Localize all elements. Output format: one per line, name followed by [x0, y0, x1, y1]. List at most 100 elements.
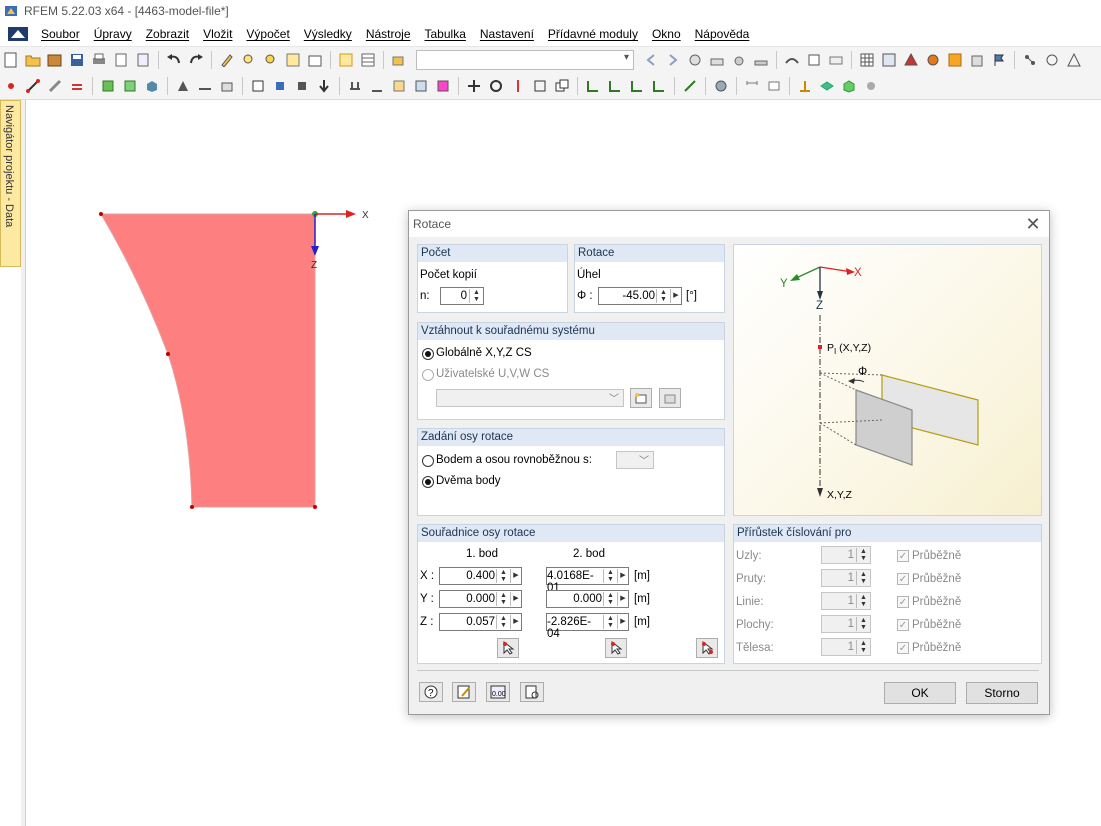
node-top-left[interactable] — [99, 212, 103, 216]
menu-pridavne-moduly[interactable]: Přídavné moduly — [541, 27, 645, 41]
copies-spinner[interactable]: ▲ ▼ — [469, 289, 483, 303]
point-parallel-axis-radio[interactable] — [422, 455, 434, 467]
help-button[interactable]: ? — [419, 682, 443, 702]
member-load-icon[interactable] — [346, 77, 364, 95]
free-load-icon[interactable] — [412, 77, 430, 95]
new-cs-button[interactable] — [630, 388, 652, 408]
node-bottom-left[interactable] — [190, 505, 194, 509]
members-continuous-label[interactable]: Průběžně — [912, 573, 961, 585]
result-y-icon[interactable] — [606, 77, 624, 95]
open-project-icon[interactable] — [46, 51, 64, 69]
pick-both-points-button[interactable] — [696, 638, 718, 658]
menu-vlozit[interactable]: Vložit — [196, 27, 239, 41]
menu-okno[interactable]: Okno — [645, 27, 688, 41]
edit-comment-button[interactable] — [452, 682, 476, 702]
menu-nastroje[interactable]: Nástroje — [359, 27, 418, 41]
members-increment-input[interactable]: 1 ▲ ▼ — [821, 569, 871, 587]
print-graphic-icon[interactable] — [134, 51, 152, 69]
decimal-places-button[interactable]: 0.00 — [486, 682, 510, 702]
building-icon[interactable] — [968, 51, 986, 69]
max-values-icon[interactable] — [752, 51, 770, 69]
circle-axis-icon[interactable] — [1043, 51, 1061, 69]
menu-vysledky[interactable]: Výsledky — [297, 27, 359, 41]
node-mid-left[interactable] — [166, 352, 170, 356]
result-z-icon[interactable] — [628, 77, 646, 95]
angle-menu-button[interactable]: ▶ — [670, 289, 681, 303]
parallel-axis-dropdown[interactable] — [616, 451, 654, 469]
cube-icon[interactable] — [840, 77, 858, 95]
surface-support-icon[interactable] — [218, 77, 236, 95]
surfaces-increment-input[interactable]: 1 ▲ ▼ — [821, 615, 871, 633]
surface-load-icon[interactable] — [390, 77, 408, 95]
redo-icon[interactable] — [187, 51, 205, 69]
results-values-icon[interactable] — [708, 51, 726, 69]
view-direction-icon[interactable] — [681, 77, 699, 95]
two-points-radio[interactable] — [422, 476, 434, 488]
mirror-icon[interactable] — [509, 77, 527, 95]
new-opening-icon[interactable] — [121, 77, 139, 95]
save-icon[interactable] — [68, 51, 86, 69]
z-point1-input[interactable]: 0.057 ▲ ▼ ▶ — [439, 613, 522, 631]
x-point2-input[interactable]: 4.0168E-01 ▲ ▼ ▶ — [546, 567, 629, 594]
cancel-button[interactable]: Storno — [966, 682, 1038, 704]
copies-count-input[interactable]: 0 ▲ ▼ — [440, 287, 484, 305]
solids-continuous-label[interactable]: Průběžně — [912, 642, 961, 654]
solids-continuous-checkbox[interactable]: ✓ — [897, 642, 909, 654]
next-icon[interactable] — [664, 51, 682, 69]
result-x-icon[interactable] — [584, 77, 602, 95]
show-results-icon[interactable] — [730, 51, 748, 69]
surfaces-continuous-checkbox[interactable]: ✓ — [897, 619, 909, 631]
hinge-icon[interactable] — [924, 51, 942, 69]
zoom-icon[interactable] — [262, 51, 280, 69]
member-end-icon[interactable] — [271, 77, 289, 95]
dialog-title-bar[interactable]: Rotace ✕ — [409, 211, 1049, 237]
menu-soubor[interactable]: Soubor — [34, 27, 87, 41]
load-case-dropdown[interactable] — [416, 50, 634, 70]
solid-box-icon[interactable] — [293, 77, 311, 95]
nodes-increment-input[interactable]: 1 ▲ ▼ — [821, 546, 871, 564]
zoom-window-icon[interactable] — [240, 51, 258, 69]
edit-pencil-icon[interactable] — [218, 51, 236, 69]
rotate-tool-icon[interactable] — [487, 77, 505, 95]
window-icon[interactable] — [306, 51, 324, 69]
menu-upravy[interactable]: Úpravy — [87, 27, 139, 41]
pick-point2-button[interactable] — [605, 638, 627, 658]
lines-continuous-checkbox[interactable]: ✓ — [897, 596, 909, 608]
triangle-icon[interactable] — [1065, 51, 1083, 69]
load-icon[interactable] — [315, 77, 333, 95]
surfaces-continuous-label[interactable]: Průběžně — [912, 619, 961, 631]
user-cs-radio[interactable] — [422, 369, 434, 381]
dimension-icon[interactable] — [743, 77, 761, 95]
global-cs-radio[interactable] — [422, 348, 434, 360]
menu-napoveda[interactable]: Nápověda — [688, 27, 757, 41]
angle-spinner[interactable]: ▲ ▼ — [656, 289, 670, 303]
copy-icon[interactable] — [553, 77, 571, 95]
nodes-continuous-label[interactable]: Průběžně — [912, 550, 961, 562]
visibility-icon[interactable] — [818, 77, 836, 95]
result-minus-y-icon[interactable] — [650, 77, 668, 95]
open-folder-icon[interactable] — [24, 51, 42, 69]
nodal-support-icon[interactable] — [174, 77, 192, 95]
solids-increment-input[interactable]: 1 ▲ ▼ — [821, 638, 871, 656]
member-hinge-icon[interactable] — [249, 77, 267, 95]
user-cs-dropdown[interactable] — [436, 389, 624, 407]
navigator-splitter[interactable] — [21, 100, 26, 826]
new-line-icon[interactable] — [24, 77, 42, 95]
two-points-label[interactable]: Dvěma body — [436, 475, 501, 487]
grid-view-icon[interactable] — [359, 51, 377, 69]
user-cs-label[interactable]: Uživatelské U,V,W CS — [436, 368, 549, 380]
more-icon[interactable] — [862, 77, 880, 95]
move-icon[interactable] — [465, 77, 483, 95]
support-icon[interactable] — [902, 51, 920, 69]
node-origin[interactable] — [312, 211, 318, 217]
y-point2-input[interactable]: 0.000 ▲ ▼ ▶ — [546, 590, 629, 608]
new-member-icon[interactable] — [46, 77, 64, 95]
close-icon[interactable]: ✕ — [1023, 214, 1043, 234]
x-point1-input[interactable]: 0.400 ▲ ▼ ▶ — [439, 567, 522, 585]
menu-tabulka[interactable]: Tabulka — [418, 27, 473, 41]
imposed-deformation-icon[interactable] — [434, 77, 452, 95]
printout-report-icon[interactable] — [112, 51, 130, 69]
menu-vypocet[interactable]: Výpočet — [239, 27, 296, 41]
menu-nastaveni[interactable]: Nastavení — [473, 27, 541, 41]
deformation-icon[interactable] — [783, 51, 801, 69]
